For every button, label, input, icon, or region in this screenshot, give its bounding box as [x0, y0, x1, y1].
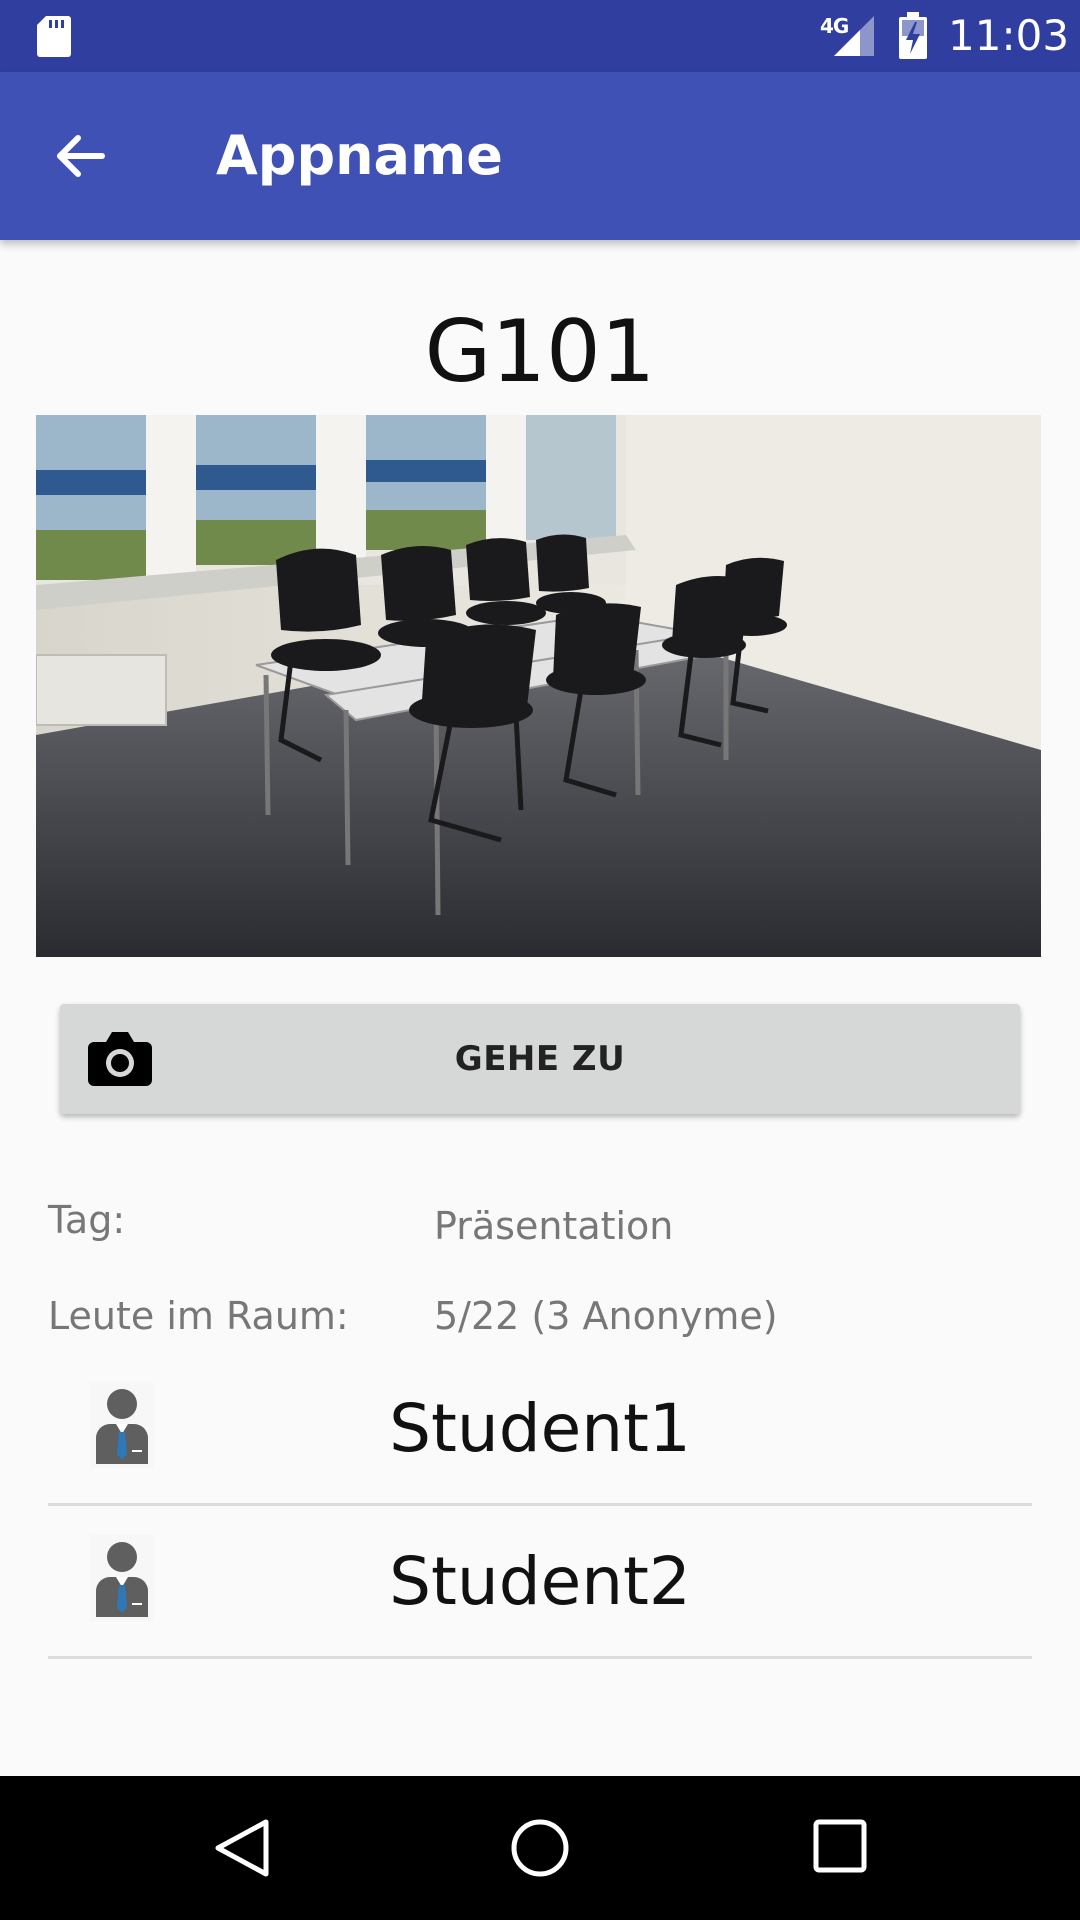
classroom-photo	[36, 415, 1041, 957]
status-bar: 4G 11:03	[0, 0, 1080, 72]
tag-label: Tag:	[48, 1198, 126, 1242]
status-clock: 11:03	[948, 11, 1070, 60]
people-label: Leute im Raum:	[48, 1294, 349, 1338]
battery-charging-icon	[899, 12, 927, 59]
navigation-bar	[0, 1776, 1080, 1920]
app-bar: Appname	[0, 72, 1080, 240]
goto-button-label: GEHE ZU	[454, 1039, 626, 1079]
nav-home-icon[interactable]	[508, 1816, 572, 1880]
app-title: Appname	[216, 124, 503, 187]
goto-button[interactable]: GEHE ZU	[60, 1004, 1020, 1114]
list-item[interactable]: Student2	[48, 1507, 1032, 1659]
room-title: G101	[424, 302, 656, 402]
list-item[interactable]: Student1	[48, 1354, 1032, 1506]
signal-icon	[834, 16, 874, 56]
arrow-back-icon	[57, 135, 105, 177]
student-name: Student2	[389, 1543, 691, 1620]
nav-recents-icon[interactable]	[812, 1818, 868, 1874]
sd-card-icon	[37, 16, 71, 57]
tag-value: Präsentation	[434, 1204, 674, 1248]
people-value: 5/22 (3 Anonyme)	[434, 1294, 778, 1338]
back-button[interactable]	[40, 116, 120, 196]
student-name: Student1	[389, 1390, 691, 1467]
nav-back-icon[interactable]	[212, 1816, 272, 1880]
